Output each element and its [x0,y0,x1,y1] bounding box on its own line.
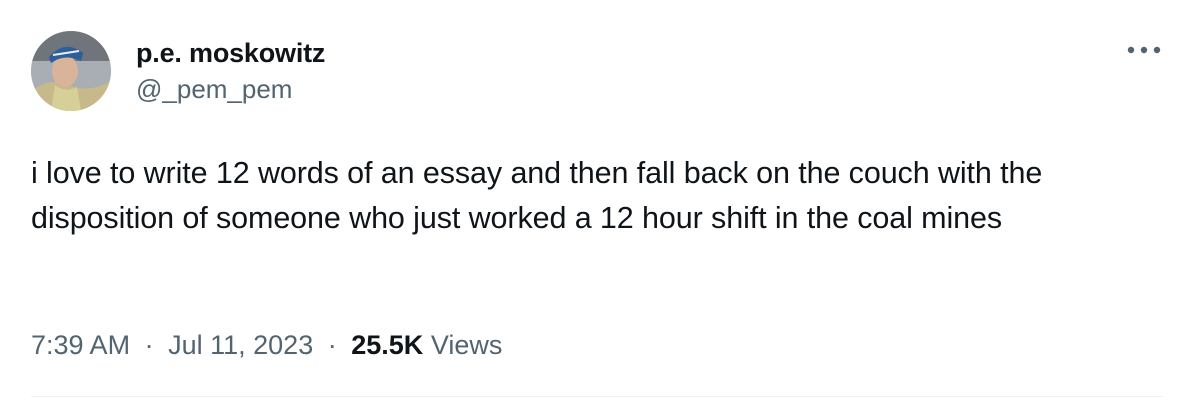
user-handle[interactable]: @_pem_pem [136,72,325,106]
tweet-time[interactable]: 7:39 AM [31,330,130,360]
more-horizontal-icon [1127,46,1161,54]
avatar-image [31,31,111,111]
meta-separator: · [144,330,154,360]
divider [31,396,1163,397]
tweet-text: i love to write 12 words of an essay and… [31,156,1043,235]
views-count[interactable]: 25.5K [351,330,423,360]
avatar[interactable] [31,31,111,111]
tweet-date[interactable]: Jul 11, 2023 [168,330,313,360]
display-name[interactable]: p.e. moskowitz [136,36,325,70]
more-options-button[interactable] [1124,38,1164,62]
tweet-meta: 7:39 AM · Jul 11, 2023 · 25.5K Views [31,327,502,363]
user-info: p.e. moskowitz @_pem_pem [136,36,325,106]
views-label: Views [430,330,503,360]
meta-separator: · [327,330,337,360]
tweet: p.e. moskowitz @_pem_pem i love to write… [0,0,1188,402]
